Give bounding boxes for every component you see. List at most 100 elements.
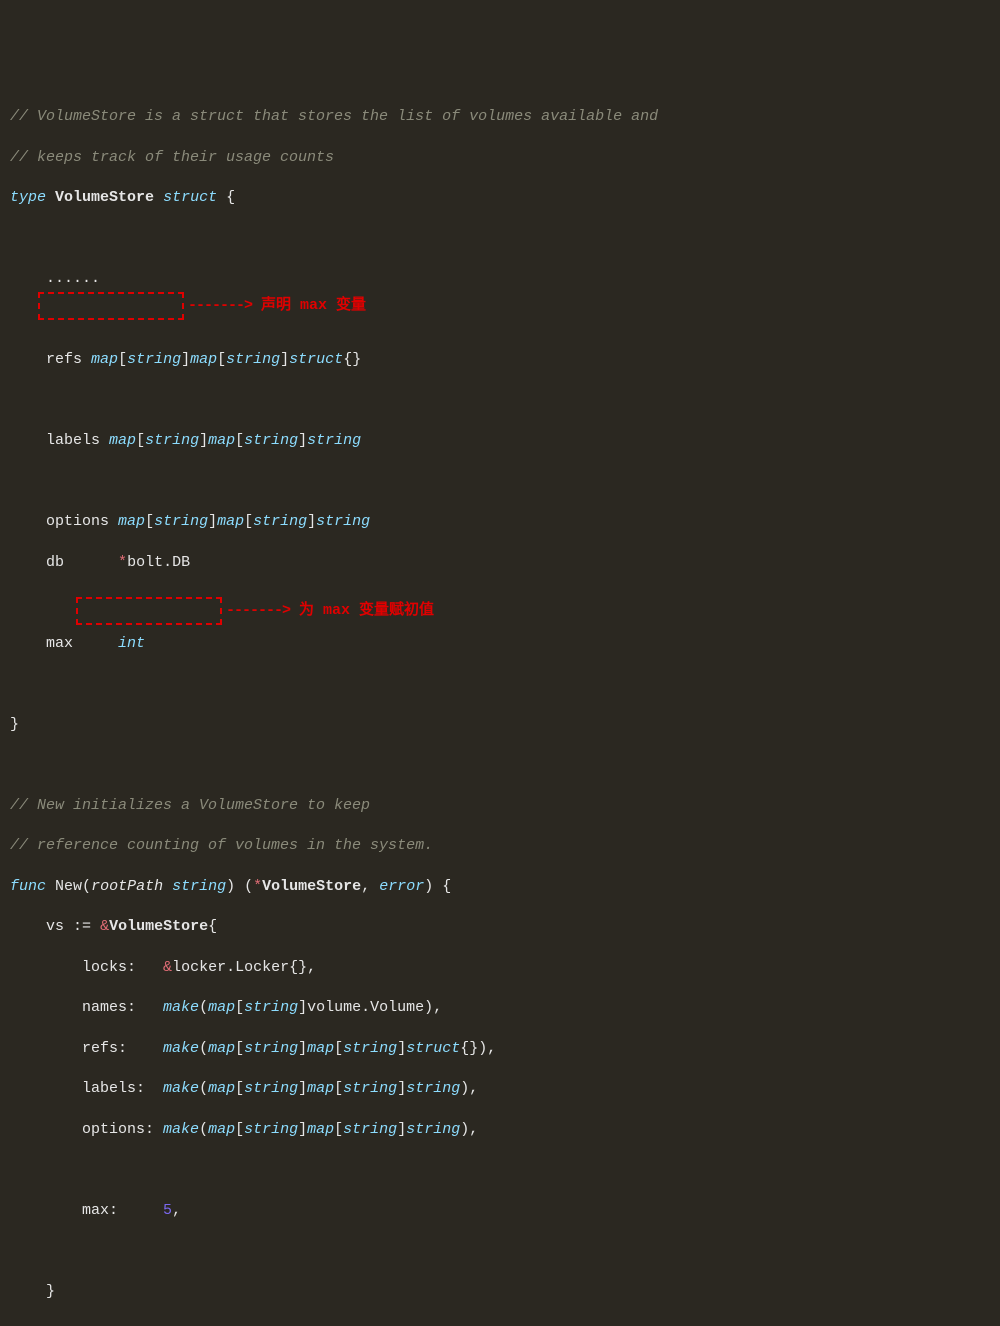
- code-line: // New initializes a VolumeStore to keep: [10, 796, 990, 816]
- field-refs: refs: [46, 351, 82, 368]
- make-fn: make: [163, 1121, 199, 1138]
- code-line: options map[string]map[string]string: [10, 512, 990, 532]
- bracket: [: [235, 1040, 244, 1057]
- keyword-func: func: [10, 878, 46, 895]
- bracket: [: [217, 351, 226, 368]
- bracket: ]: [397, 1080, 406, 1097]
- bracket: ]: [199, 432, 208, 449]
- keyword-type: type: [10, 189, 46, 206]
- bracket: [: [334, 1121, 343, 1138]
- bracket: [: [118, 351, 127, 368]
- string-type: string: [244, 999, 298, 1016]
- int-type: int: [118, 635, 145, 652]
- paren: (: [199, 1121, 208, 1138]
- field-max: max: [46, 635, 73, 652]
- bracket: [: [136, 432, 145, 449]
- amp-symbol: &: [163, 959, 172, 976]
- code-line: db *bolt.DB: [10, 553, 990, 573]
- comment: // VolumeStore is a struct that stores t…: [10, 108, 658, 125]
- string-type: string: [343, 1080, 397, 1097]
- code-line: names: make(map[string]volume.Volume),: [10, 998, 990, 1018]
- braces: {}: [460, 1040, 478, 1057]
- paren: (: [199, 1080, 208, 1097]
- paren: ): [478, 1040, 487, 1057]
- code-line: refs: make(map[string]map[string]struct{…: [10, 1039, 990, 1059]
- string-type: string: [307, 432, 361, 449]
- pointer-star: *: [253, 878, 262, 895]
- bracket: [: [334, 1040, 343, 1057]
- bracket: ]: [397, 1040, 406, 1057]
- field-db: db: [46, 554, 64, 571]
- bracket: [: [235, 999, 244, 1016]
- code-line: // VolumeStore is a struct that stores t…: [10, 107, 990, 127]
- string-type: string: [406, 1121, 460, 1138]
- map-type: map: [109, 432, 136, 449]
- comma: ,: [469, 1080, 478, 1097]
- code-line: labels: make(map[string]map[string]strin…: [10, 1079, 990, 1099]
- string-type: string: [172, 878, 226, 895]
- comment: // keeps track of their usage counts: [10, 149, 334, 166]
- string-type: string: [343, 1040, 397, 1057]
- code-line: refs map[string]map[string]struct{}: [10, 350, 990, 370]
- map-type: map: [91, 351, 118, 368]
- brace: {: [226, 189, 235, 206]
- map-type: map: [307, 1080, 334, 1097]
- map-type: map: [217, 513, 244, 530]
- paren: ): [424, 878, 433, 895]
- code-line: max int: [10, 634, 990, 654]
- code-line: [10, 472, 990, 492]
- string-type: string: [316, 513, 370, 530]
- code-editor: // VolumeStore is a struct that stores t…: [10, 87, 990, 1322]
- map-type: map: [190, 351, 217, 368]
- bracket: [: [145, 513, 154, 530]
- code-line: [10, 1241, 990, 1261]
- volume-type: volume.Volume: [307, 999, 424, 1016]
- string-type: string: [343, 1121, 397, 1138]
- func-name: New: [55, 878, 82, 895]
- code-line: [10, 1160, 990, 1180]
- assign-op: :=: [73, 918, 91, 935]
- brace: {: [442, 878, 451, 895]
- bracket: [: [235, 1121, 244, 1138]
- code-line: // keeps track of their usage counts: [10, 148, 990, 168]
- code-line: [10, 391, 990, 411]
- bracket: [: [244, 513, 253, 530]
- field-labels: labels:: [82, 1080, 145, 1097]
- comment: // reference counting of volumes in the …: [10, 837, 433, 854]
- brace: }: [46, 1283, 55, 1300]
- make-fn: make: [163, 1040, 199, 1057]
- code-line: vs := &VolumeStore{: [10, 917, 990, 937]
- paren: (: [199, 1040, 208, 1057]
- paren: ): [424, 999, 433, 1016]
- bracket: ]: [181, 351, 190, 368]
- map-type: map: [307, 1040, 334, 1057]
- type-name: VolumeStore: [55, 189, 154, 206]
- make-fn: make: [163, 999, 199, 1016]
- make-fn: make: [163, 1080, 199, 1097]
- map-type: map: [208, 1121, 235, 1138]
- string-type: string: [145, 432, 199, 449]
- paren: (: [244, 878, 253, 895]
- code-line: }: [10, 715, 990, 735]
- string-type: string: [244, 1080, 298, 1097]
- comma: ,: [307, 959, 316, 976]
- string-type: string: [253, 513, 307, 530]
- code-line: [10, 755, 990, 775]
- code-line: [10, 593, 990, 613]
- field-max: max:: [82, 1202, 118, 1219]
- string-type: string: [244, 432, 298, 449]
- paren: ): [226, 878, 235, 895]
- map-type: map: [208, 1040, 235, 1057]
- locker-type: locker.Locker{}: [172, 959, 307, 976]
- map-type: map: [118, 513, 145, 530]
- field-options: options: [46, 513, 109, 530]
- string-type: string: [154, 513, 208, 530]
- bracket: [: [235, 1080, 244, 1097]
- comma: ,: [487, 1040, 496, 1057]
- struct-type: struct: [289, 351, 343, 368]
- pointer-star: *: [118, 554, 127, 571]
- number-literal: 5: [163, 1202, 172, 1219]
- field-refs: refs:: [82, 1040, 127, 1057]
- struct-type: struct: [406, 1040, 460, 1057]
- string-type: string: [244, 1040, 298, 1057]
